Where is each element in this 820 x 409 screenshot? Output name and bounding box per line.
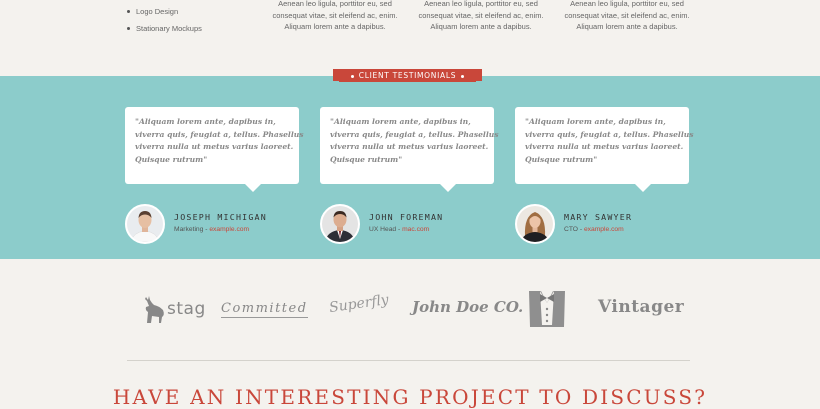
list-item: Stationary Mockups bbox=[127, 22, 202, 39]
description-line: Aliquam lorem ante a dapibus. bbox=[430, 22, 532, 31]
avatar bbox=[515, 204, 555, 244]
quote-line: viverra nulla ut metus varius laoreet. bbox=[525, 142, 684, 152]
service-description: Aenean leo ligula, porttitor eu, sed con… bbox=[270, 0, 400, 33]
stag-logo[interactable]: stag bbox=[141, 293, 206, 331]
quote-line: "Aliquam lorem ante, dapibus in, bbox=[525, 117, 666, 126]
quote-line: viverra nulla ut metus varius laoreet. bbox=[330, 142, 489, 152]
logo-text: Committed bbox=[221, 301, 308, 318]
author-name: JOHN FOREMAN bbox=[369, 212, 444, 222]
author-website-link[interactable]: example.com bbox=[584, 226, 624, 233]
client-logos: stag Committed Superfly John Doe CO. Vin… bbox=[0, 290, 820, 332]
quote-line: viverra quis, feugiat a, tellus. Phasell… bbox=[525, 129, 694, 139]
service-description: Aenean leo ligula, porttitor eu, sed con… bbox=[416, 0, 546, 33]
ribbon-dot-icon bbox=[350, 74, 354, 78]
testimonial-card: "Aliquam lorem ante, dapibus in, viverra… bbox=[125, 107, 304, 192]
description-line: Aliquam lorem ante a dapibus. bbox=[284, 22, 386, 31]
description-line: Aenean leo ligula, porttitor eu, sed bbox=[278, 0, 392, 8]
avatar bbox=[320, 204, 360, 244]
vintager-logo[interactable]: Vintager bbox=[598, 297, 684, 317]
testimonial-quote: "Aliquam lorem ante, dapibus in, viverra… bbox=[135, 116, 304, 166]
author-name: JOSEPH MICHIGAN bbox=[174, 212, 267, 222]
service-description: Aenean leo ligula, porttitor eu, sed con… bbox=[562, 0, 692, 33]
role-text: UX Head - bbox=[369, 226, 403, 233]
person-avatar-icon bbox=[322, 206, 358, 242]
testimonials-section: CLIENT TESTIMONIALS "Aliquam lorem ante,… bbox=[0, 69, 820, 259]
testimonial-card: "Aliquam lorem ante, dapibus in, viverra… bbox=[320, 107, 499, 192]
author-website-link[interactable]: mac.com bbox=[402, 226, 429, 233]
description-line: Aenean leo ligula, porttitor eu, sed bbox=[424, 0, 538, 8]
quote-line: Quisque rutrum" bbox=[525, 154, 598, 164]
speech-tail bbox=[440, 184, 456, 192]
services-section: Logo Design Stationary Mockups Aenean le… bbox=[0, 0, 820, 76]
quote-line: "Aliquam lorem ante, dapibus in, bbox=[135, 117, 276, 126]
superfly-logo[interactable]: Superfly bbox=[328, 292, 389, 316]
quote-line: "Aliquam lorem ante, dapibus in, bbox=[330, 117, 471, 126]
testimonial-card: "Aliquam lorem ante, dapibus in, viverra… bbox=[515, 107, 694, 192]
role-text: CTO - bbox=[564, 226, 584, 233]
author-website-link[interactable]: example.com bbox=[209, 226, 249, 233]
description-line: Aenean leo ligula, porttitor eu, sed bbox=[570, 0, 684, 8]
person-avatar-icon bbox=[517, 206, 553, 242]
services-list: Logo Design Stationary Mockups bbox=[127, 5, 202, 39]
tuxedo-logo[interactable] bbox=[526, 287, 568, 335]
john-doe-co-logo[interactable]: John Doe CO. bbox=[412, 298, 523, 316]
author-role: Marketing - example.com bbox=[174, 226, 249, 233]
logo-text: John Doe CO. bbox=[412, 298, 524, 316]
quote-line: viverra quis, feugiat a, tellus. Phasell… bbox=[330, 129, 499, 139]
author-role: UX Head - mac.com bbox=[369, 226, 429, 233]
section-heading: CLIENT TESTIMONIALS bbox=[358, 71, 457, 80]
description-line: consequat vitae, sit eleifend ac, enim. bbox=[418, 10, 544, 20]
testimonial-quote: "Aliquam lorem ante, dapibus in, viverra… bbox=[330, 116, 499, 166]
logo-text: Superfly bbox=[328, 291, 390, 317]
description-line: consequat vitae, sit eleifend ac, enim. bbox=[272, 10, 398, 20]
description-line: Aliquam lorem ante a dapibus. bbox=[576, 22, 678, 31]
speech-tail bbox=[245, 184, 261, 192]
person-avatar-icon bbox=[127, 206, 163, 242]
section-divider bbox=[127, 360, 690, 361]
description-line: consequat vitae, sit eleifend ac, enim. bbox=[564, 10, 690, 20]
quote-line: Quisque rutrum" bbox=[330, 154, 403, 164]
author-role: CTO - example.com bbox=[564, 226, 624, 233]
avatar bbox=[125, 204, 165, 244]
section-heading-ribbon: CLIENT TESTIMONIALS bbox=[333, 69, 482, 82]
tuxedo-icon bbox=[529, 291, 565, 327]
testimonial-quote: "Aliquam lorem ante, dapibus in, viverra… bbox=[525, 116, 694, 166]
committed-logo[interactable]: Committed bbox=[221, 301, 308, 318]
logo-text: stag bbox=[167, 299, 206, 319]
author-name: MARY SAWYER bbox=[564, 212, 633, 222]
cta-heading: HAVE AN INTERESTING PROJECT TO DISCUSS? bbox=[112, 385, 708, 409]
ribbon-dot-icon bbox=[461, 74, 465, 78]
list-item: Logo Design bbox=[127, 5, 202, 22]
speech-tail bbox=[635, 184, 651, 192]
quote-line: viverra quis, feugiat a, tellus. Phasell… bbox=[135, 129, 304, 139]
quote-line: viverra nulla ut metus varius laoreet. bbox=[135, 142, 294, 152]
role-text: Marketing - bbox=[174, 226, 210, 233]
logo-text: Vintager bbox=[598, 297, 685, 317]
quote-line: Quisque rutrum" bbox=[135, 154, 208, 164]
